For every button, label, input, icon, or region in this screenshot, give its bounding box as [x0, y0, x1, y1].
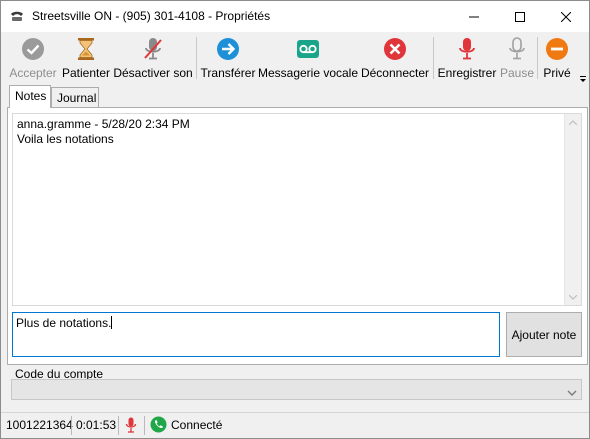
scroll-down-icon[interactable] — [565, 289, 581, 305]
status-separator — [118, 416, 119, 435]
status-separator — [71, 416, 72, 435]
mic-muted-icon — [140, 36, 166, 62]
account-code-select[interactable] — [11, 379, 582, 400]
close-circle-icon — [382, 36, 408, 62]
disconnect-button[interactable]: Déconnecter — [360, 34, 430, 82]
mute-label: Désactiver son — [113, 66, 193, 80]
private-label: Privé — [543, 66, 571, 80]
check-circle-icon — [20, 36, 46, 62]
call-id: 1001221364 — [6, 418, 73, 432]
arrow-right-circle-icon — [215, 36, 241, 62]
toolbar-separator — [537, 37, 538, 79]
tab-journal-label: Journal — [57, 91, 97, 105]
pause-button[interactable]: Pause — [498, 34, 536, 82]
toolbar-separator — [433, 37, 434, 79]
status-separator — [144, 416, 145, 435]
status-bar: 1001221364 0:01:53 Connecté — [1, 412, 589, 438]
connection-state: Connecté — [171, 418, 223, 432]
notes-scrollbar[interactable] — [564, 114, 581, 305]
note-body: Voila les notations — [17, 132, 114, 146]
pause-label: Pause — [499, 66, 535, 80]
scroll-up-icon[interactable] — [565, 114, 581, 130]
toolbar-overflow-icon[interactable] — [579, 72, 587, 82]
transfer-button[interactable]: Transférer — [201, 34, 255, 82]
notes-history[interactable]: anna.gramme - 5/28/20 2:34 PM Voila les n… — [12, 113, 582, 306]
chevron-down-icon — [567, 386, 577, 396]
mic-pause-icon — [504, 36, 530, 62]
mic-record-icon — [454, 36, 480, 62]
text-caret — [111, 316, 113, 329]
accept-label: Accepter — [9, 66, 57, 80]
voicemail-label: Messagerie vocale — [257, 66, 359, 80]
add-note-button[interactable]: Ajouter note — [506, 312, 582, 357]
voicemail-icon — [295, 36, 321, 62]
tab-journal[interactable]: Journal — [51, 87, 99, 108]
close-button[interactable] — [543, 1, 589, 32]
hold-button[interactable]: Patienter — [61, 34, 111, 82]
microphone-icon — [125, 417, 137, 436]
hold-label: Patienter — [61, 66, 111, 80]
new-note-input[interactable]: Plus de notations. — [12, 312, 500, 357]
accept-button[interactable]: Accepter — [7, 34, 59, 82]
properties-window: Streetsville ON - (905) 301-4108 - Propr… — [0, 0, 590, 439]
maximize-button[interactable] — [497, 1, 543, 32]
call-toolbar: Accepter Patienter Désactiver son Transf… — [1, 32, 589, 84]
new-note-text: Plus de notations. — [16, 316, 112, 330]
call-duration: 0:01:53 — [76, 418, 117, 432]
toolbar-separator — [196, 37, 197, 79]
title-bar[interactable]: Streetsville ON - (905) 301-4108 - Propr… — [1, 1, 589, 32]
notes-panel: anna.gramme - 5/28/20 2:34 PM Voila les n… — [7, 107, 588, 365]
phone-handset-icon — [9, 9, 25, 23]
voicemail-button[interactable]: Messagerie vocale — [258, 34, 358, 82]
record-label: Enregistrer — [437, 66, 497, 80]
window-title: Streetsville ON - (905) 301-4108 - Propr… — [32, 9, 271, 23]
record-button[interactable]: Enregistrer — [438, 34, 496, 82]
phone-connected-icon — [150, 416, 167, 436]
minimize-button[interactable] — [451, 1, 497, 32]
tab-notes-label: Notes — [15, 89, 47, 103]
hourglass-icon — [73, 36, 99, 62]
private-minus-icon — [544, 36, 570, 62]
disconnect-label: Déconnecter — [360, 66, 430, 80]
mute-button[interactable]: Désactiver son — [113, 34, 193, 82]
transfer-label: Transférer — [200, 66, 256, 80]
note-header: anna.gramme - 5/28/20 2:34 PM — [17, 117, 190, 131]
tab-notes[interactable]: Notes — [9, 85, 51, 108]
private-button[interactable]: Privé — [540, 34, 574, 82]
notes-content: anna.gramme - 5/28/20 2:34 PM Voila les n… — [17, 117, 190, 147]
